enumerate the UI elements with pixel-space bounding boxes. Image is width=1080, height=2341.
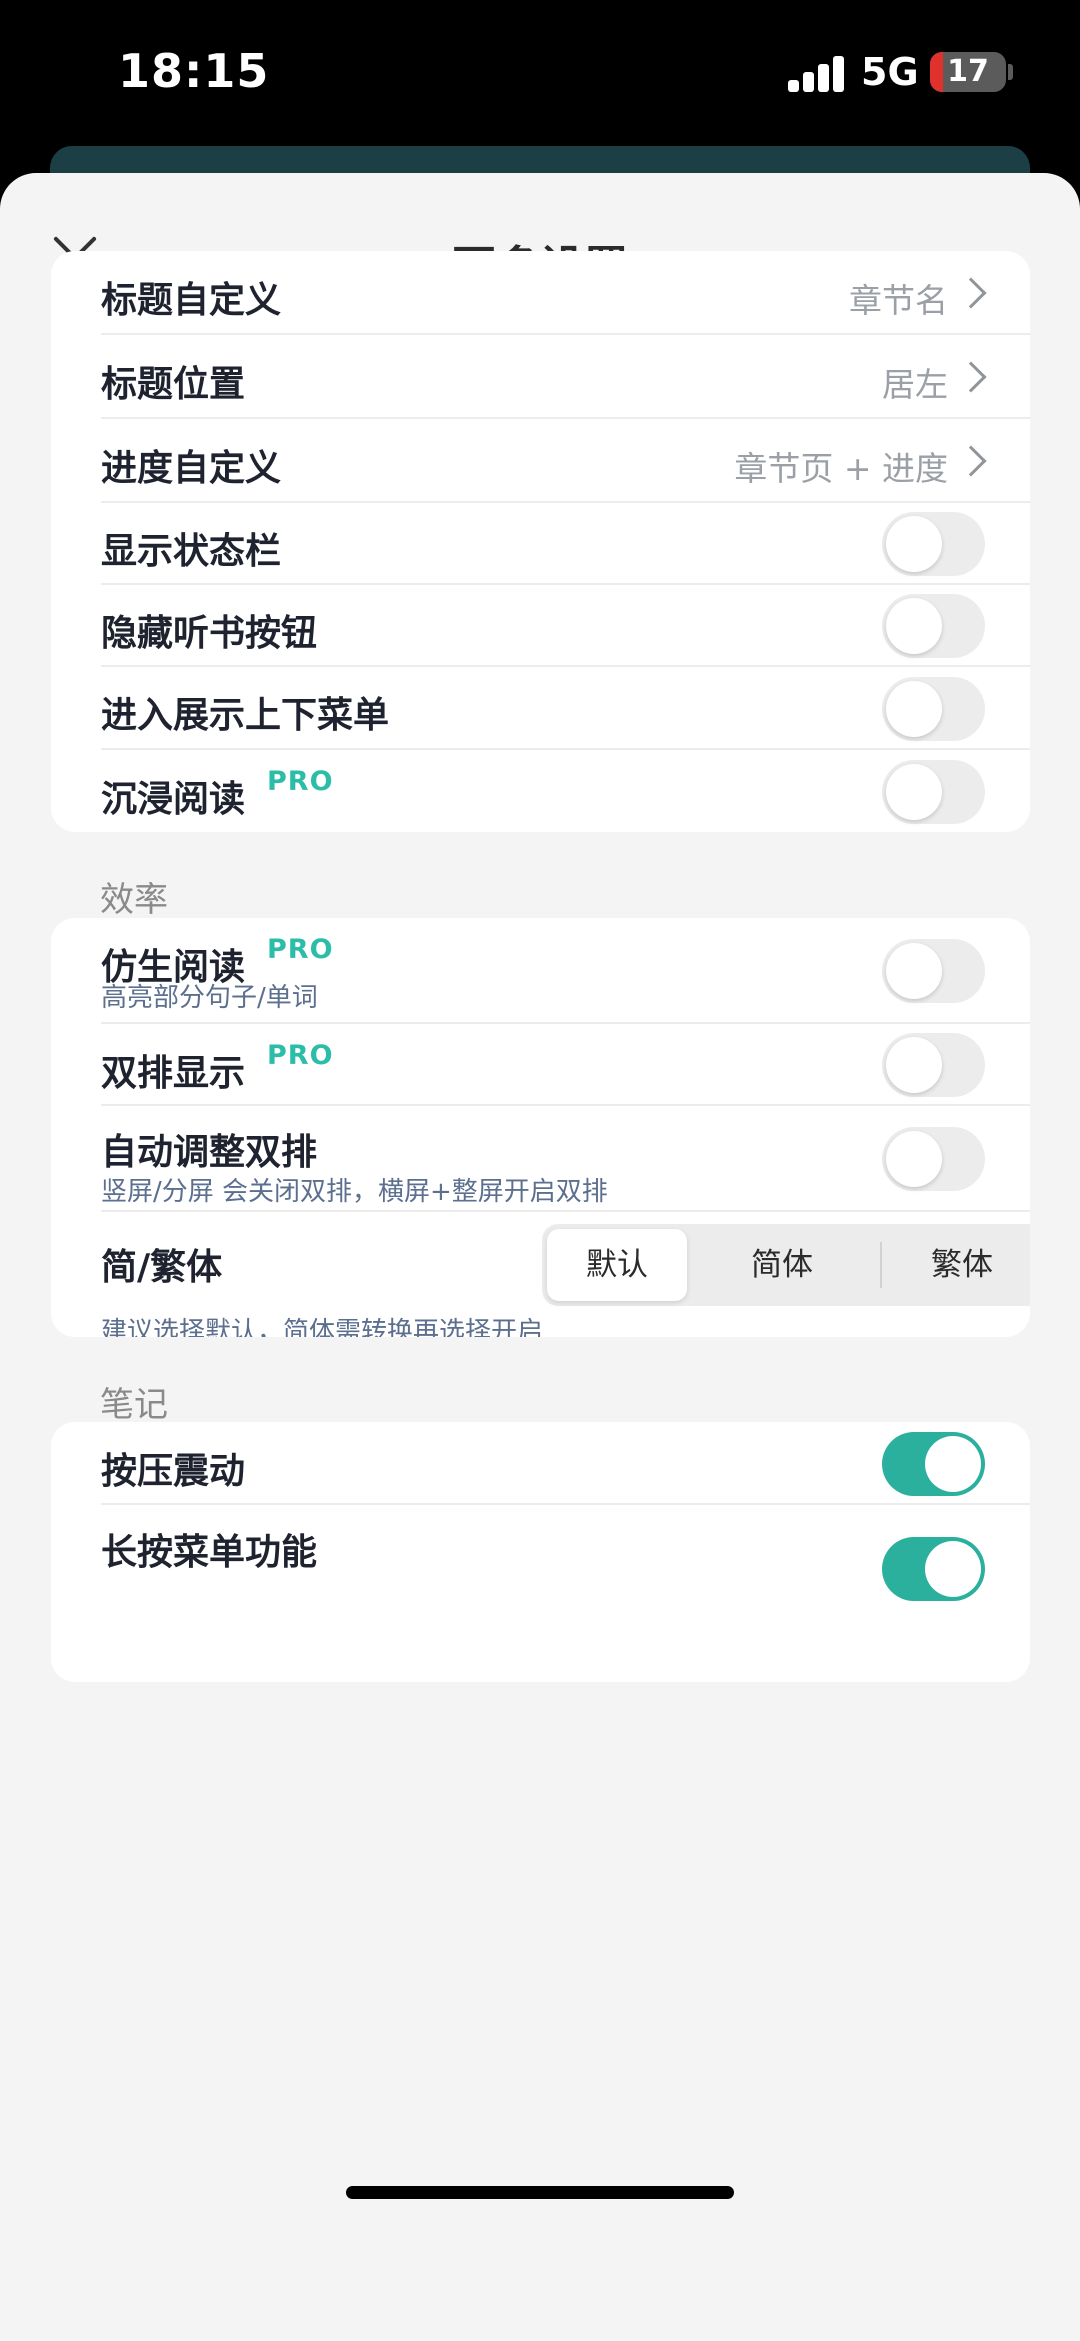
pro-badge: PRO — [267, 766, 334, 797]
segment-separator — [880, 1242, 882, 1288]
status-time: 18:15 — [118, 44, 270, 98]
row-label: 双排显示 — [101, 1053, 246, 1094]
row-dual-page: 双排显示 PRO — [51, 1024, 1030, 1106]
row-subtitle: 竖屏/分屏 会关闭双排，横屏+整屏开启双排 — [101, 1177, 608, 1207]
row-long-press-menu: 长按菜单功能 — [51, 1505, 1030, 1625]
chinese-variant-segmented-control: 默认 简体 繁体 — [542, 1224, 1030, 1306]
row-hide-listen-button: 隐藏听书按钮 — [51, 585, 1030, 667]
row-auto-dual-page: 自动调整双排 竖屏/分屏 会关闭双排，横屏+整屏开启双排 — [51, 1106, 1030, 1212]
row-show-status-bar: 显示状态栏 — [51, 503, 1030, 585]
segment-simplified[interactable]: 简体 — [712, 1224, 852, 1306]
chevron-right-icon — [955, 277, 987, 309]
section-label-notes: 笔记 — [100, 1385, 168, 1425]
efficiency-settings-card: 仿生阅读 PRO 高亮部分句子/单词 双排显示 PRO 自动调整双排 竖屏/分屏… — [51, 918, 1030, 1337]
auto-dual-page-toggle[interactable] — [882, 1127, 985, 1191]
row-label: 显示状态栏 — [101, 531, 282, 572]
row-title-custom[interactable]: 标题自定义 章节名 — [51, 251, 1030, 335]
show-status-bar-toggle[interactable] — [882, 512, 985, 576]
bionic-reading-toggle[interactable] — [882, 939, 985, 1003]
row-title-position[interactable]: 标题位置 居左 — [51, 335, 1030, 419]
row-label: 沉浸阅读 — [101, 779, 246, 820]
row-label: 按压震动 — [101, 1451, 246, 1492]
hide-listen-button-toggle[interactable] — [882, 594, 985, 658]
chevron-right-icon — [955, 445, 987, 477]
row-chinese-variant: 简/繁体 默认 简体 繁体 建议选择默认，简体需转换再选择开启 — [51, 1212, 1030, 1337]
segment-traditional[interactable]: 繁体 — [887, 1224, 1030, 1306]
status-bar: 18:15 5G 17 — [0, 0, 1080, 150]
row-value: 居左 — [882, 365, 948, 404]
row-label: 标题位置 — [101, 364, 246, 405]
row-press-vibration: 按压震动 — [51, 1422, 1030, 1505]
battery-percent: 17 — [947, 54, 989, 89]
row-label: 进度自定义 — [101, 448, 282, 489]
pro-badge: PRO — [267, 1040, 334, 1071]
long-press-menu-toggle[interactable] — [882, 1537, 985, 1601]
battery-tip — [1008, 64, 1013, 80]
signal-icon — [788, 56, 844, 92]
chevron-right-icon — [955, 361, 987, 393]
more-settings-sheet: 更多设置 标题 标题自定义 章节名 标题位置 居左 进度自定义 章节页 + 进度… — [0, 173, 1080, 2341]
row-label: 标题自定义 — [101, 280, 282, 321]
show-menus-on-enter-toggle[interactable] — [882, 677, 985, 741]
section-label-efficiency: 效率 — [100, 880, 168, 920]
row-immersive-reading: 沉浸阅读 PRO — [51, 750, 1030, 832]
battery-icon: 17 — [930, 52, 1006, 92]
row-label: 简/繁体 — [101, 1247, 223, 1288]
row-value: 章节名 — [849, 281, 948, 320]
row-show-menus-on-enter: 进入展示上下菜单 — [51, 667, 1030, 750]
pro-badge: PRO — [267, 934, 334, 965]
row-label: 长按菜单功能 — [101, 1532, 318, 1573]
row-subtitle: 建议选择默认，简体需转换再选择开启 — [101, 1317, 544, 1337]
row-label: 自动调整双排 — [101, 1132, 318, 1173]
row-label: 进入展示上下菜单 — [101, 695, 390, 736]
row-value: 章节页 + 进度 — [734, 449, 948, 488]
row-progress-custom[interactable]: 进度自定义 章节页 + 进度 — [51, 419, 1030, 503]
row-label: 隐藏听书按钮 — [101, 613, 318, 654]
home-indicator — [346, 2186, 734, 2199]
immersive-reading-toggle[interactable] — [882, 760, 985, 824]
dual-page-toggle[interactable] — [882, 1033, 985, 1097]
press-vibration-toggle[interactable] — [882, 1432, 985, 1496]
network-type: 5G — [861, 50, 919, 94]
segment-default[interactable]: 默认 — [547, 1229, 687, 1301]
display-settings-card: 标题自定义 章节名 标题位置 居左 进度自定义 章节页 + 进度 显示状态栏 隐… — [51, 251, 1030, 832]
row-bionic-reading: 仿生阅读 PRO 高亮部分句子/单词 — [51, 918, 1030, 1024]
notes-settings-card: 按压震动 长按菜单功能 — [51, 1422, 1030, 1682]
row-subtitle: 高亮部分句子/单词 — [101, 983, 318, 1013]
